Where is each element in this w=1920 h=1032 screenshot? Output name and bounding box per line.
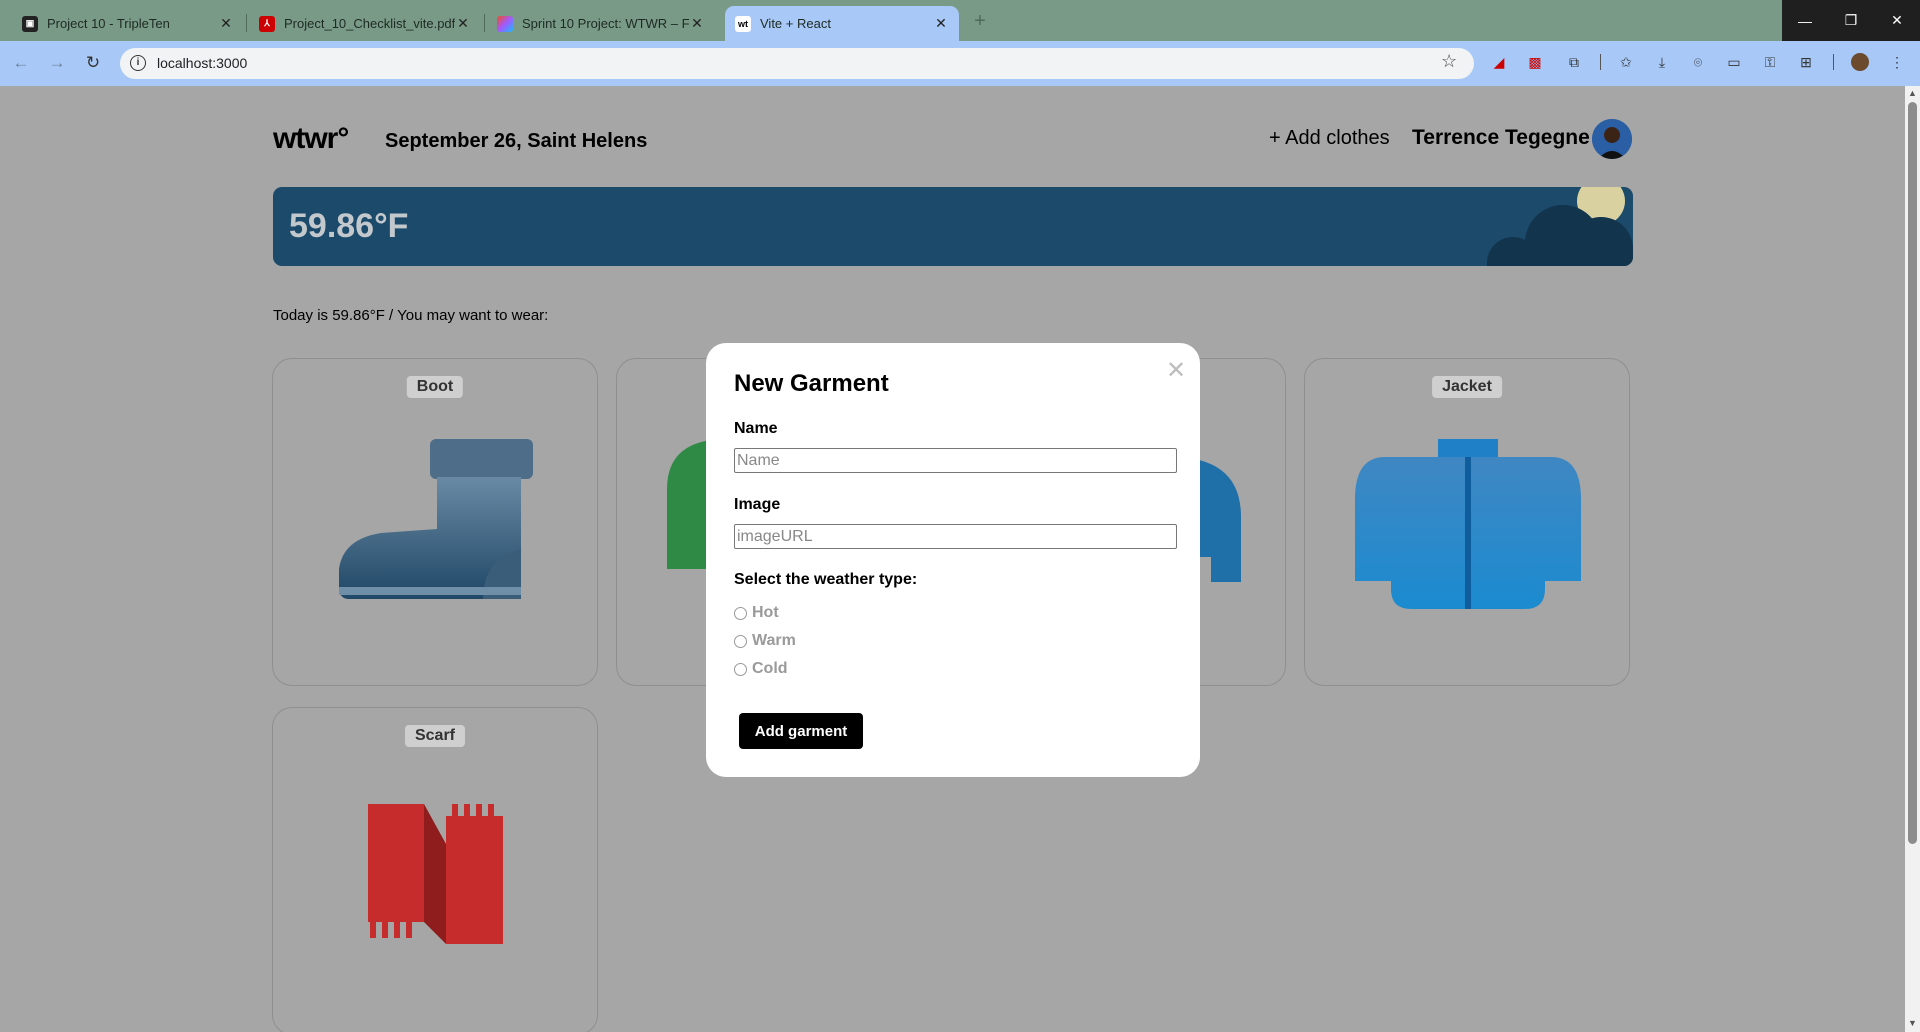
jacket-image [1355, 439, 1581, 609]
tab-title: Vite + React [760, 16, 831, 31]
new-garment-modal: New Garment ✕ Name Image Select the weat… [706, 343, 1200, 777]
wear-suggestion-text: Today is 59.86°F / You may want to wear: [273, 307, 549, 324]
scroll-up-arrow-icon[interactable]: ▲ [1908, 88, 1917, 98]
browser-tab[interactable]: ▣ Project 10 - TripleTen ✕ [12, 6, 244, 41]
card-label: Jacket [1432, 376, 1502, 398]
address-bar[interactable] [120, 48, 1474, 79]
browser-tab-active[interactable]: wt Vite + React ✕ [725, 6, 959, 41]
tab-title: Project 10 - TripleTen [47, 16, 170, 31]
extension-icon[interactable]: ◢ [1490, 53, 1508, 71]
toolbar-separator [1833, 54, 1834, 70]
radio-button[interactable] [734, 606, 747, 620]
figma-icon [497, 15, 513, 32]
radio-label[interactable]: Cold [752, 660, 788, 678]
radio-label[interactable]: Warm [752, 632, 796, 650]
add-clothes-button[interactable]: + Add clothes [1269, 127, 1390, 150]
card-icon[interactable]: ▭ [1725, 53, 1743, 71]
minimize-button[interactable]: — [1782, 0, 1828, 41]
bookmark-star-icon[interactable]: ☆ [1441, 51, 1457, 72]
radio-hot[interactable]: Hot [734, 604, 779, 622]
name-input[interactable] [734, 448, 1177, 473]
app-logo[interactable]: wtwr° [273, 122, 349, 156]
download-icon[interactable]: ⤓ [1653, 53, 1671, 71]
close-tab-icon[interactable]: ✕ [218, 15, 234, 32]
add-garment-button[interactable]: Add garment [739, 713, 863, 749]
radio-button[interactable] [734, 662, 747, 676]
modal-title: New Garment [734, 370, 889, 397]
image-url-input[interactable] [734, 524, 1177, 549]
browser-tab[interactable]: ⅄ Project_10_Checklist_vite.pdf ✕ [249, 6, 481, 41]
scarf-image [368, 804, 503, 944]
card-label: Scarf [404, 725, 466, 747]
cloud-moon-icon [1487, 187, 1633, 266]
avatar-image [1592, 119, 1632, 159]
boot-image [339, 439, 533, 599]
radio-button[interactable] [734, 634, 747, 648]
restore-button[interactable]: ❐ [1828, 0, 1874, 41]
radio-label[interactable]: Hot [752, 604, 779, 622]
scrollbar-thumb[interactable] [1908, 102, 1917, 844]
toolbar-separator [1600, 54, 1601, 70]
pdf-icon: ⅄ [259, 15, 275, 32]
wtwr-icon: wt [735, 15, 751, 32]
reload-icon[interactable]: ↻ [82, 52, 104, 74]
favorites-icon[interactable]: ✩ [1617, 53, 1635, 71]
site-info-icon[interactable]: i [130, 55, 146, 71]
tab-separator [246, 14, 247, 32]
card-label: Boot [406, 376, 464, 398]
close-tab-icon[interactable]: ✕ [933, 15, 949, 32]
profile-avatar[interactable] [1851, 53, 1869, 71]
weather-temperature: 59.86°F [289, 207, 409, 245]
tab-separator [484, 14, 485, 32]
date-location: September 26, Saint Helens [385, 130, 648, 152]
puzzle-icon[interactable]: ⧉ [1565, 53, 1583, 71]
clothing-card-scarf[interactable]: Scarf [272, 707, 598, 1032]
name-label: Name [734, 420, 778, 437]
key-icon[interactable]: ⚿ [1761, 53, 1779, 71]
tripleten-icon: ▣ [22, 15, 38, 32]
extension-icon[interactable]: ▩ [1526, 53, 1544, 71]
new-tab-button[interactable]: + [968, 9, 992, 33]
image-label: Image [734, 496, 781, 513]
user-name: Terrence Tegegne [1412, 126, 1590, 149]
weather-card: 59.86°F [273, 187, 1633, 266]
avatar[interactable] [1592, 119, 1632, 159]
close-tab-icon[interactable]: ✕ [455, 15, 471, 32]
tab-title: Sprint 10 Project: WTWR – Figm [522, 16, 689, 31]
weather-type-label: Select the weather type: [734, 571, 918, 588]
back-icon[interactable]: ← [10, 52, 32, 74]
radio-cold[interactable]: Cold [734, 660, 788, 678]
close-tab-icon[interactable]: ✕ [689, 15, 705, 32]
location-icon[interactable]: ⌾ [1689, 53, 1707, 71]
tab-title: Project_10_Checklist_vite.pdf [284, 16, 455, 31]
browser-tab[interactable]: Sprint 10 Project: WTWR – Figm ✕ [487, 6, 715, 41]
clothing-card-jacket[interactable]: Jacket [1304, 358, 1630, 686]
reading-list-icon[interactable]: ⊞ [1797, 53, 1815, 71]
clothing-card-boot[interactable]: Boot [272, 358, 598, 686]
forward-icon[interactable]: → [46, 52, 68, 74]
radio-warm[interactable]: Warm [734, 632, 796, 650]
url-text[interactable]: localhost:3000 [157, 55, 247, 71]
close-icon[interactable]: ✕ [1166, 359, 1186, 383]
menu-dots-icon[interactable]: ⋮ [1888, 53, 1906, 71]
close-window-button[interactable]: ✕ [1874, 0, 1920, 41]
scroll-down-arrow-icon[interactable]: ▼ [1908, 1018, 1917, 1028]
